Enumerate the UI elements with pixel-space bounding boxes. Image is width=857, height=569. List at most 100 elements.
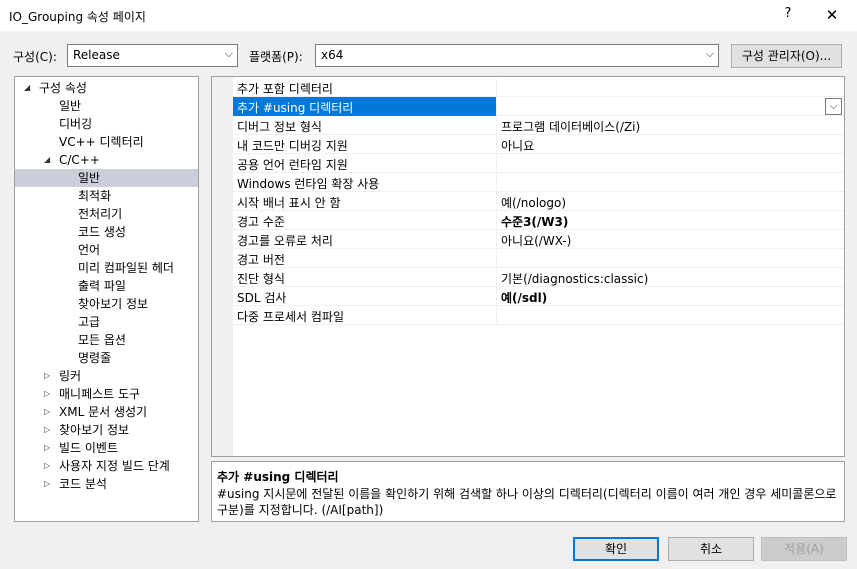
property-row[interactable]: SDL 검사 예(/sdl) (233, 287, 844, 306)
property-value[interactable]: 기본(/diagnostics:classic) (501, 270, 648, 287)
property-row[interactable]: 추가 포함 디렉터리 (233, 78, 844, 97)
property-name: 추가 포함 디렉터리 (237, 82, 333, 96)
tree-item-label: 일반 (59, 99, 82, 113)
grid-margin (212, 77, 233, 456)
tree-item[interactable]: ▷ 링커 (15, 367, 198, 385)
tree-item[interactable]: 명령줄 (15, 349, 198, 367)
property-name: 공용 언어 런타임 지원 (237, 158, 348, 172)
column-divider (496, 78, 497, 97)
property-row[interactable]: 시작 배너 표시 안 함 예(/nologo) (233, 192, 844, 211)
configuration-manager-button[interactable]: 구성 관리자(O)... (731, 44, 842, 68)
platform-combo[interactable]: x64 ⌵ (315, 44, 719, 67)
cancel-button[interactable]: 취소 (668, 537, 754, 561)
collapsed-arrow-icon[interactable]: ▷ (44, 385, 50, 403)
property-row[interactable]: 내 코드만 디버깅 지원 아니요 (233, 135, 844, 154)
tree-item-label: 코드 분석 (59, 477, 107, 491)
column-divider (496, 173, 497, 192)
expanded-arrow-icon[interactable]: ◢ (44, 151, 50, 169)
property-row[interactable]: 추가 #using 디렉터리 (233, 97, 844, 116)
property-name: 디버그 정보 형식 (237, 120, 322, 134)
tree-item-label: 모든 옵션 (78, 333, 126, 347)
tree-item-label: 코드 생성 (78, 225, 126, 239)
tree-item-label: VC++ 디렉터리 (59, 135, 144, 149)
column-divider (496, 287, 497, 306)
close-button[interactable]: ✕ (822, 6, 842, 26)
property-value[interactable]: 수준3(/W3) (501, 213, 568, 230)
tree-item-label: 고급 (78, 315, 101, 329)
property-row[interactable]: 디버그 정보 형식 프로그램 데이터베이스(/Zi) (233, 116, 844, 135)
tree-item[interactable]: 일반 (15, 169, 198, 187)
tree-item[interactable]: ▷ 매니페스트 도구 (15, 385, 198, 403)
configuration-label: 구성(C): (13, 50, 57, 64)
property-name: 추가 #using 디렉터리 (237, 101, 354, 115)
property-value[interactable]: 아니요(/WX-) (501, 232, 571, 249)
expanded-arrow-icon[interactable]: ◢ (24, 79, 30, 97)
tree-item[interactable]: ▷ 사용자 지정 빌드 단계 (15, 457, 198, 475)
apply-button[interactable]: 적용(A) (761, 537, 847, 561)
tree-item-label: 일반 (78, 171, 101, 185)
tree-item[interactable]: 최적화 (15, 187, 198, 205)
tree-item[interactable]: 코드 생성 (15, 223, 198, 241)
property-value[interactable]: 아니요 (501, 137, 534, 154)
column-divider (496, 154, 497, 173)
tree-item[interactable]: 고급 (15, 313, 198, 331)
property-row[interactable]: Windows 런타임 확장 사용 (233, 173, 844, 192)
property-name: Windows 런타임 확장 사용 (237, 177, 380, 191)
property-row[interactable]: 경고를 오류로 처리 아니요(/WX-) (233, 230, 844, 249)
property-value[interactable]: 예(/sdl) (501, 289, 547, 306)
column-divider (496, 116, 497, 135)
tree-item-label: 최적화 (78, 189, 112, 203)
collapsed-arrow-icon[interactable]: ▷ (44, 403, 50, 421)
configuration-combo[interactable]: Release ⌵ (67, 44, 238, 67)
tree-item[interactable]: ▷ 빌드 이벤트 (15, 439, 198, 457)
property-name: 진단 형식 (237, 272, 285, 286)
tree-item-label: 전처리기 (78, 207, 123, 221)
property-tree: ◢ 구성 속성 일반 디버깅 VC++ 디렉터리 ◢ C/C++ 일반 최적화 전처리기 코드 생성… (14, 76, 199, 522)
window-title: IO_Grouping 속성 페이지 (9, 10, 146, 24)
property-row[interactable]: 다중 프로세서 컴파일 (233, 306, 844, 325)
dropdown-button[interactable]: ⌵ (825, 98, 842, 115)
collapsed-arrow-icon[interactable]: ▷ (44, 439, 50, 457)
collapsed-arrow-icon[interactable]: ▷ (44, 457, 50, 475)
property-row[interactable]: 공용 언어 런타임 지원 (233, 154, 844, 173)
tree-item[interactable]: 미리 컴파일된 헤더 (15, 259, 198, 277)
tree-item[interactable]: 전처리기 (15, 205, 198, 223)
tree-item[interactable]: 일반 (15, 97, 198, 115)
property-value[interactable]: 예(/nologo) (501, 194, 566, 211)
property-row[interactable]: 진단 형식 기본(/diagnostics:classic) (233, 268, 844, 287)
chevron-down-icon: ⌵ (224, 47, 233, 60)
tree-item[interactable]: ▷ 찾아보기 정보 (15, 421, 198, 439)
tree-item[interactable]: 디버깅 (15, 115, 198, 133)
collapsed-arrow-icon[interactable]: ▷ (44, 475, 50, 493)
tree-item[interactable]: 출력 파일 (15, 277, 198, 295)
ok-button[interactable]: 확인 (573, 537, 659, 561)
tree-item[interactable]: ◢ 구성 속성 (15, 79, 198, 97)
tree-item[interactable]: 모든 옵션 (15, 331, 198, 349)
tree-item-label: C/C++ (59, 153, 100, 167)
tree-item-label: 출력 파일 (78, 279, 126, 293)
tree-item[interactable]: ▷ XML 문서 생성기 (15, 403, 198, 421)
tree-item-label: 링커 (59, 369, 82, 383)
tree-item-label: 찾아보기 정보 (78, 297, 149, 311)
collapsed-arrow-icon[interactable]: ▷ (44, 421, 50, 439)
property-name: 경고 수준 (237, 215, 285, 229)
collapsed-arrow-icon[interactable]: ▷ (44, 367, 50, 385)
tree-item[interactable]: ▷ 코드 분석 (15, 475, 198, 493)
tree-item[interactable]: VC++ 디렉터리 (15, 133, 198, 151)
tree-item-label: XML 문서 생성기 (59, 405, 148, 419)
property-row[interactable]: 경고 버전 (233, 249, 844, 268)
tree-item[interactable]: ◢ C/C++ (15, 151, 198, 169)
tree-item-label: 미리 컴파일된 헤더 (78, 261, 174, 275)
property-value[interactable]: 프로그램 데이터베이스(/Zi) (501, 118, 640, 135)
column-divider (496, 230, 497, 249)
help-button[interactable]: ? (780, 6, 796, 24)
property-name: 다중 프로세서 컴파일 (237, 310, 344, 324)
property-name: 경고를 오류로 처리 (237, 234, 333, 248)
tree-item[interactable]: 언어 (15, 241, 198, 259)
tree-item-label: 매니페스트 도구 (59, 387, 141, 401)
property-row[interactable]: 경고 수준 수준3(/W3) (233, 211, 844, 230)
tree-item[interactable]: 찾아보기 정보 (15, 295, 198, 313)
column-divider (496, 211, 497, 230)
property-name: 경고 버전 (237, 253, 285, 267)
chevron-down-icon: ⌵ (705, 47, 714, 60)
